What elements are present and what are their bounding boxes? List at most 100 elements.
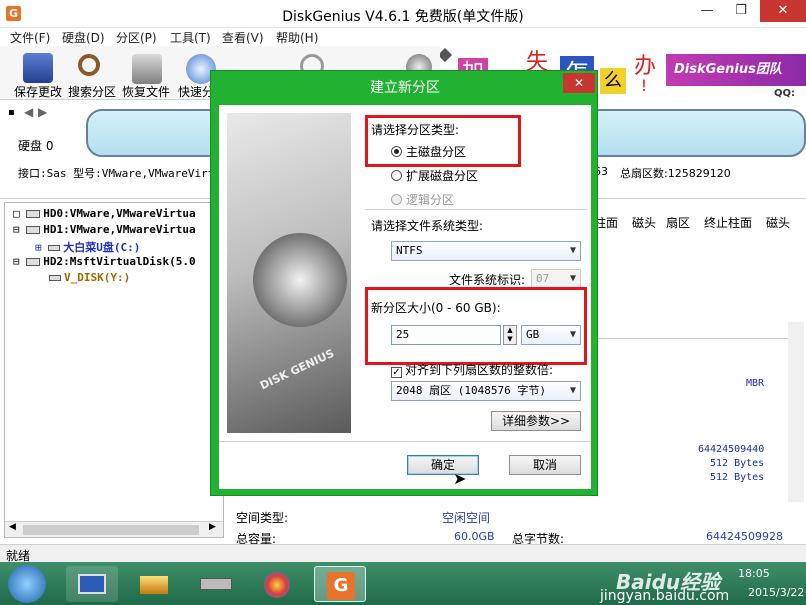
col-end-head[interactable]: 磁头 bbox=[766, 214, 790, 231]
partition-table-panel: 柱面 磁头 扇区 终止柱面 磁头 MBR 64424509440 512 Byt… bbox=[590, 202, 806, 538]
collapse-icon[interactable]: ⊟ bbox=[13, 255, 20, 268]
align-checkbox[interactable]: ✓ 对齐到下列扇区数的整数倍: bbox=[391, 361, 553, 378]
banner-qq: QQ: bbox=[774, 88, 796, 99]
clock-date[interactable]: 2015/3/22 bbox=[748, 586, 804, 599]
menu-help[interactable]: 帮助(H) bbox=[276, 29, 318, 46]
save-icon bbox=[23, 53, 53, 83]
taskbar-memory-app[interactable] bbox=[190, 566, 242, 602]
window-title: DiskGenius V4.6.1 免费版(单文件版) bbox=[282, 9, 524, 25]
clock-time[interactable]: 18:05 bbox=[738, 567, 770, 580]
fs-id-select: 07 ▼ bbox=[531, 269, 581, 289]
status-bar: 就绪 bbox=[0, 544, 806, 563]
align-sectors-select[interactable]: 2048 扇区 (1048576 字节) ▼ bbox=[391, 381, 581, 401]
taskbar-diskgenius-app[interactable]: G bbox=[314, 566, 366, 602]
quick-partition-label: 快速分 bbox=[178, 85, 215, 99]
dialog-close-button[interactable]: ✕ bbox=[563, 73, 595, 93]
col-sector[interactable]: 扇区 bbox=[666, 214, 690, 231]
start-button[interactable] bbox=[8, 565, 46, 603]
menu-partition[interactable]: 分区(P) bbox=[116, 29, 157, 46]
banner-char-6: ! bbox=[640, 76, 648, 95]
size-spinner[interactable]: ▲ ▼ bbox=[503, 325, 517, 345]
watermark-url: jingyan.baidu.com bbox=[600, 588, 730, 604]
expand-icon[interactable]: □ bbox=[13, 207, 20, 220]
hard-disk-icon bbox=[26, 226, 41, 234]
printer-icon bbox=[140, 576, 168, 594]
radio-logical-partition: 逻辑分区 bbox=[391, 191, 454, 208]
disk-tree: □ HD0:VMware,VMwareVirtua ⊟ HD1:VMware,V… bbox=[4, 202, 224, 538]
radio-icon bbox=[391, 170, 402, 181]
title-bar: G DiskGenius V4.6.1 免费版(单文件版) — ❐ ✕ bbox=[0, 0, 806, 28]
close-button[interactable]: ✕ bbox=[760, 0, 806, 22]
next-disk-icon[interactable]: ▶ bbox=[38, 105, 47, 119]
minimize-button[interactable]: — bbox=[690, 0, 724, 22]
col-head[interactable]: 磁头 bbox=[632, 214, 656, 231]
sector-size-value: 512 Bytes bbox=[710, 458, 765, 469]
menu-view[interactable]: 查看(V) bbox=[222, 29, 264, 46]
taskbar: G Baidu经验 jingyan.baidu.com 18:05 2015/3… bbox=[0, 562, 806, 605]
total-sectors: 总扇区数:125829120 bbox=[620, 167, 731, 180]
hard-disk-icon bbox=[26, 210, 41, 218]
detail-params-button[interactable]: 详细参数>> bbox=[491, 411, 581, 431]
tree-item-usb-c[interactable]: ⊞ 大白菜U盘(C:) bbox=[35, 239, 140, 255]
dialog-title: 建立新分区 bbox=[370, 80, 440, 96]
radio-extended-partition[interactable]: 扩展磁盘分区 bbox=[391, 167, 478, 184]
new-partition-dialog: 建立新分区 ✕ DISK GENIUS 请选择分区类型: 主磁盘分区 扩展磁盘分… bbox=[210, 70, 598, 496]
prev-disk-icon[interactable]: ◀ bbox=[24, 105, 33, 119]
scrollbar-thumb[interactable] bbox=[23, 525, 199, 535]
radio-disabled-icon bbox=[391, 194, 402, 205]
expand-icon[interactable]: ⊞ bbox=[35, 241, 42, 254]
partition-icon bbox=[49, 275, 61, 281]
partition-size-input[interactable]: 25 bbox=[391, 325, 501, 345]
scroll-left-icon[interactable]: ◀ bbox=[9, 522, 16, 532]
scroll-right-icon[interactable]: ▶ bbox=[209, 522, 216, 532]
right-vertical-scrollbar[interactable] bbox=[788, 322, 804, 502]
pin-icon[interactable]: ▪ bbox=[8, 107, 15, 118]
monitor-icon bbox=[78, 574, 106, 594]
banner-brand: DiskGenius团队 bbox=[666, 54, 806, 86]
mouse-cursor-icon: ➤ bbox=[453, 469, 467, 488]
total-capacity-value: 60.0GB bbox=[454, 530, 495, 543]
diskgenius-icon: G bbox=[327, 572, 355, 600]
menu-tools[interactable]: 工具(T) bbox=[170, 29, 211, 46]
memory-chip-icon bbox=[200, 578, 232, 590]
taskbar-paint-app[interactable] bbox=[252, 566, 304, 602]
hard-disk-illustration: DISK GENIUS bbox=[227, 113, 351, 433]
menu-file[interactable]: 文件(F) bbox=[10, 29, 50, 46]
total-bytes-value: 64424509440 bbox=[698, 444, 765, 455]
size-label: 新分区大小(0 - 60 GB): bbox=[371, 301, 501, 315]
fs-type-select[interactable]: NTFS ▼ bbox=[391, 241, 581, 261]
panel-divider bbox=[590, 338, 800, 339]
ok-button[interactable]: 确定 bbox=[407, 455, 479, 475]
dropdown-arrow-icon: ▼ bbox=[569, 385, 576, 396]
tree-item-hd2[interactable]: ⊟ HD2:MsftVirtualDisk(5.0 bbox=[13, 255, 196, 268]
dropdown-arrow-icon: ▼ bbox=[569, 245, 576, 256]
dropdown-arrow-icon: ▼ bbox=[569, 329, 576, 340]
fs-type-label: 请选择文件系统类型: bbox=[371, 219, 484, 233]
tree-item-vdisk-y[interactable]: V_DISK(Y:) bbox=[49, 271, 130, 284]
taskbar-screen-app[interactable] bbox=[66, 566, 118, 602]
physical-sector-size-value: 512 Bytes bbox=[710, 472, 765, 483]
space-type-label: 空间类型: bbox=[236, 511, 289, 525]
menu-disk[interactable]: 硬盘(D) bbox=[62, 29, 105, 46]
menu-bar: 文件(F) 硬盘(D) 分区(P) 工具(T) 查看(V) 帮助(H) bbox=[0, 28, 806, 46]
magnifier-icon bbox=[78, 54, 100, 76]
dialog-body: DISK GENIUS 请选择分区类型: 主磁盘分区 扩展磁盘分区 逻辑分区 请… bbox=[219, 105, 591, 489]
col-end-cylinder[interactable]: 终止柱面 bbox=[704, 214, 752, 231]
illustration-text: DISK GENIUS bbox=[258, 346, 337, 393]
maximize-button[interactable]: ❐ bbox=[724, 0, 758, 22]
section-divider bbox=[365, 209, 587, 210]
tree-item-hd1[interactable]: ⊟ HD1:VMware,VMwareVirtua bbox=[13, 223, 196, 236]
tree-item-hd0[interactable]: □ HD0:VMware,VMwareVirtua bbox=[13, 207, 196, 220]
collapse-icon[interactable]: ⊟ bbox=[13, 223, 20, 236]
radio-primary-partition[interactable]: 主磁盘分区 bbox=[391, 143, 466, 160]
radio-checked-icon bbox=[391, 146, 402, 157]
size-unit-select[interactable]: GB ▼ bbox=[521, 325, 581, 345]
cancel-button[interactable]: 取消 bbox=[509, 455, 581, 475]
tree-horizontal-scrollbar[interactable]: ◀ ▶ bbox=[5, 521, 223, 537]
hard-disk-icon bbox=[26, 258, 41, 266]
disk-label: 硬盘 0 bbox=[18, 139, 54, 153]
banner-char-4: 么 bbox=[600, 68, 626, 94]
taskbar-printer-app[interactable] bbox=[128, 566, 180, 602]
palette-icon bbox=[264, 572, 290, 598]
checkbox-checked-icon: ✓ bbox=[391, 367, 402, 378]
